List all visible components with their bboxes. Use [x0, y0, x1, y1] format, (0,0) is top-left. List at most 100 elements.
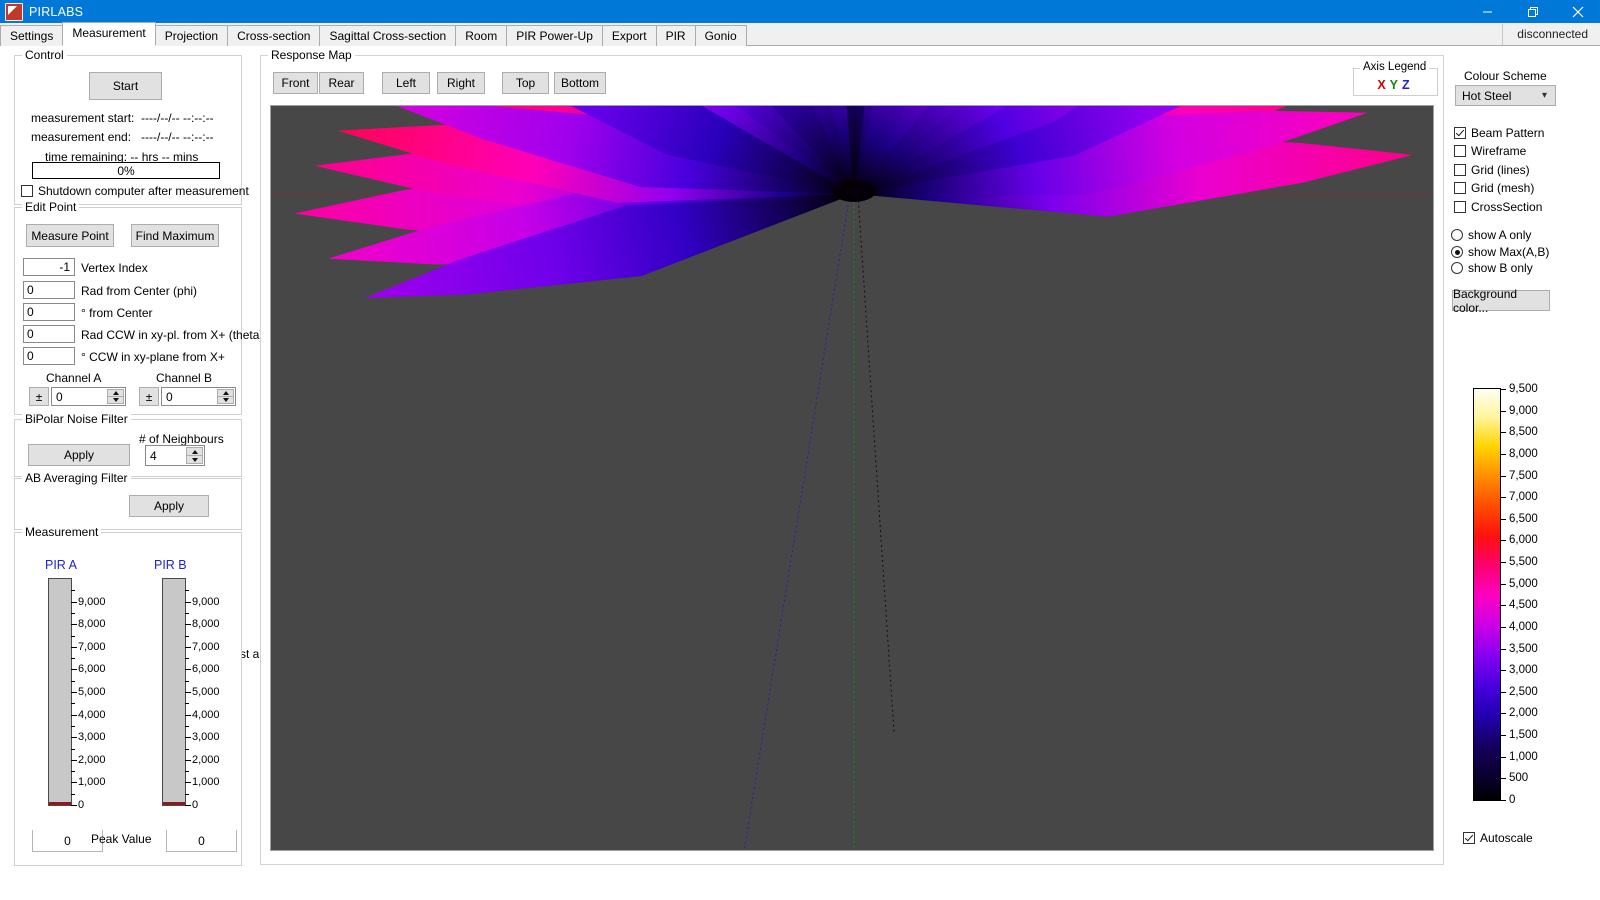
pir-a-label: PIR A	[45, 558, 77, 572]
gauge-tick	[185, 714, 191, 716]
rad-from-center-label: Rad from Center (phi)	[81, 284, 198, 298]
colour-scale-bar	[1473, 388, 1501, 801]
maximize-icon[interactable]	[1510, 0, 1555, 23]
deg-from-center-input[interactable]: 0	[23, 303, 75, 321]
neighbours-spinner[interactable]: 4	[145, 445, 205, 466]
colour-scale-tick-label: 8,500	[1509, 426, 1538, 439]
colour-scheme-value: Hot Steel	[1462, 88, 1512, 103]
checkbox-label-grid-lines: Grid (lines)	[1471, 163, 1530, 177]
checkbox-wireframe[interactable]: Wireframe	[1454, 144, 1526, 158]
colour-scheme-select[interactable]: Hot Steel ▾	[1455, 85, 1556, 106]
view-rear-button[interactable]: Rear	[319, 72, 364, 94]
colour-scale-tick-label: 1,000	[1509, 750, 1538, 763]
find-maximum-button[interactable]: Find Maximum	[131, 224, 219, 247]
background-color-button[interactable]: Background color...	[1452, 287, 1550, 315]
radio-show-a-only[interactable]: show A only	[1451, 228, 1531, 242]
minimize-icon[interactable]	[1465, 0, 1510, 23]
channel-a-spinner-arrows[interactable]	[106, 389, 124, 404]
neighbours-spin-down-icon[interactable]	[186, 455, 203, 464]
tab-bar: Settings Measurement Projection Cross-se…	[0, 22, 1600, 46]
view-bottom-button[interactable]: Bottom	[554, 72, 606, 94]
checkbox-box-wireframe	[1454, 145, 1466, 157]
colour-scale-tick	[1501, 497, 1506, 499]
colour-scale-tick	[1501, 648, 1506, 650]
gauge-tick	[71, 748, 75, 750]
response-map-viewport[interactable]	[270, 105, 1434, 851]
gauge-tick	[71, 658, 75, 660]
checkbox-cross-section[interactable]: CrossSection	[1454, 200, 1542, 214]
bipolar-filter-apply-button[interactable]: Apply	[28, 444, 130, 466]
ab-averaging-filter-group: AB Averaging Filter Apply	[14, 471, 242, 530]
checkbox-box-autoscale	[1463, 832, 1475, 844]
channel-b-spinner[interactable]: 0	[161, 387, 236, 406]
gauge-tick	[71, 612, 75, 614]
measure-point-button[interactable]: Measure Point	[26, 224, 114, 247]
gauge-tick	[71, 646, 77, 648]
colour-scale-tick	[1501, 562, 1506, 564]
channel-b-spin-down-icon[interactable]	[217, 396, 234, 404]
tab-export[interactable]: Export	[601, 25, 657, 46]
colour-scale-tick-label: 2,000	[1509, 707, 1538, 720]
vertex-index-input[interactable]: -1	[23, 258, 75, 276]
view-right-button[interactable]: Right	[437, 72, 485, 94]
rad-ccw-input[interactable]: 0	[23, 325, 75, 343]
gauge-tick-label: 6,000	[192, 663, 220, 676]
radio-show-b-only[interactable]: show B only	[1451, 261, 1533, 275]
edit-point-group-label: Edit Point	[22, 200, 80, 214]
channel-b-spinner-arrows[interactable]	[216, 389, 234, 404]
channel-a-plusminus-button[interactable]: ±	[29, 387, 49, 406]
colour-scale-tick	[1501, 540, 1506, 542]
radio-label-show-a-only: show A only	[1468, 228, 1532, 242]
tab-pir[interactable]: PIR	[655, 25, 696, 46]
channel-a-spin-down-icon[interactable]	[107, 396, 124, 404]
view-left-button[interactable]: Left	[382, 72, 430, 94]
neighbours-value: 4	[150, 448, 157, 463]
neighbours-spinner-arrows[interactable]	[185, 447, 203, 464]
rad-from-center-input[interactable]: 0	[23, 281, 75, 299]
colour-scale-tick	[1501, 778, 1506, 780]
radio-show-max-ab[interactable]: show Max(A,B)	[1451, 245, 1549, 259]
channel-a-spinner[interactable]: 0	[51, 387, 126, 406]
tab-room[interactable]: Room	[455, 25, 508, 46]
pir-a-gauge-axis: 9,000 8,000 7,000 6,000 5,000 4,000 3,000 2,000…	[71, 578, 121, 811]
tab-pir-power-up[interactable]: PIR Power-Up	[506, 25, 603, 46]
checkbox-grid-mesh[interactable]: Grid (mesh)	[1454, 181, 1534, 195]
application-window: PIRLABS Settings Measurement Projection …	[0, 0, 1600, 900]
ab-filter-apply-button[interactable]: Apply	[129, 495, 209, 517]
axis-legend-letters: XYZ	[1354, 78, 1437, 92]
channel-b-plusminus-button[interactable]: ±	[139, 387, 159, 406]
view-top-button[interactable]: Top	[502, 72, 549, 94]
gauge-tick	[71, 669, 77, 671]
neighbours-spin-up-icon[interactable]	[186, 447, 203, 455]
deg-ccw-input[interactable]: 0	[23, 347, 75, 365]
colour-scale-tick-label: 2,500	[1509, 685, 1538, 698]
checkbox-box-beam-pattern	[1454, 127, 1466, 139]
tab-sagittal-cross-section[interactable]: Sagittal Cross-section	[319, 25, 457, 46]
tab-gonio[interactable]: Gonio	[694, 25, 747, 46]
checkbox-beam-pattern[interactable]: Beam Pattern	[1454, 126, 1544, 140]
checkbox-grid-lines[interactable]: Grid (lines)	[1454, 163, 1530, 177]
channel-b-spin-up-icon[interactable]	[217, 389, 234, 396]
checkbox-autoscale[interactable]: Autoscale	[1463, 831, 1533, 845]
view-front-button[interactable]: Front	[273, 72, 318, 94]
colour-scale-tick	[1501, 518, 1506, 520]
tab-measurement[interactable]: Measurement	[62, 22, 156, 46]
shutdown-after-measurement-checkbox[interactable]: Shutdown computer after measurement	[21, 184, 249, 198]
beam-pattern-render	[271, 106, 1433, 850]
tab-projection[interactable]: Projection	[154, 25, 229, 46]
colour-scale-tick-label: 0	[1509, 794, 1516, 806]
radio-circle-show-max-ab	[1451, 246, 1463, 258]
gauge-tick	[71, 725, 75, 727]
tab-cross-section[interactable]: Cross-section	[227, 25, 321, 46]
gauge-tick	[185, 782, 191, 784]
colour-scale-tick	[1501, 756, 1506, 758]
measurement-start-label: measurement start:	[31, 111, 135, 125]
close-icon[interactable]	[1555, 0, 1600, 23]
start-button[interactable]: Start	[89, 72, 162, 100]
gauge-tick	[71, 805, 77, 806]
occluded-background-text: st a	[240, 647, 260, 661]
tab-settings[interactable]: Settings	[0, 25, 64, 46]
vertex-index-label: Vertex Index	[81, 261, 148, 275]
colour-scale-tick-label: 9,500	[1509, 383, 1538, 395]
channel-a-spin-up-icon[interactable]	[107, 389, 124, 396]
